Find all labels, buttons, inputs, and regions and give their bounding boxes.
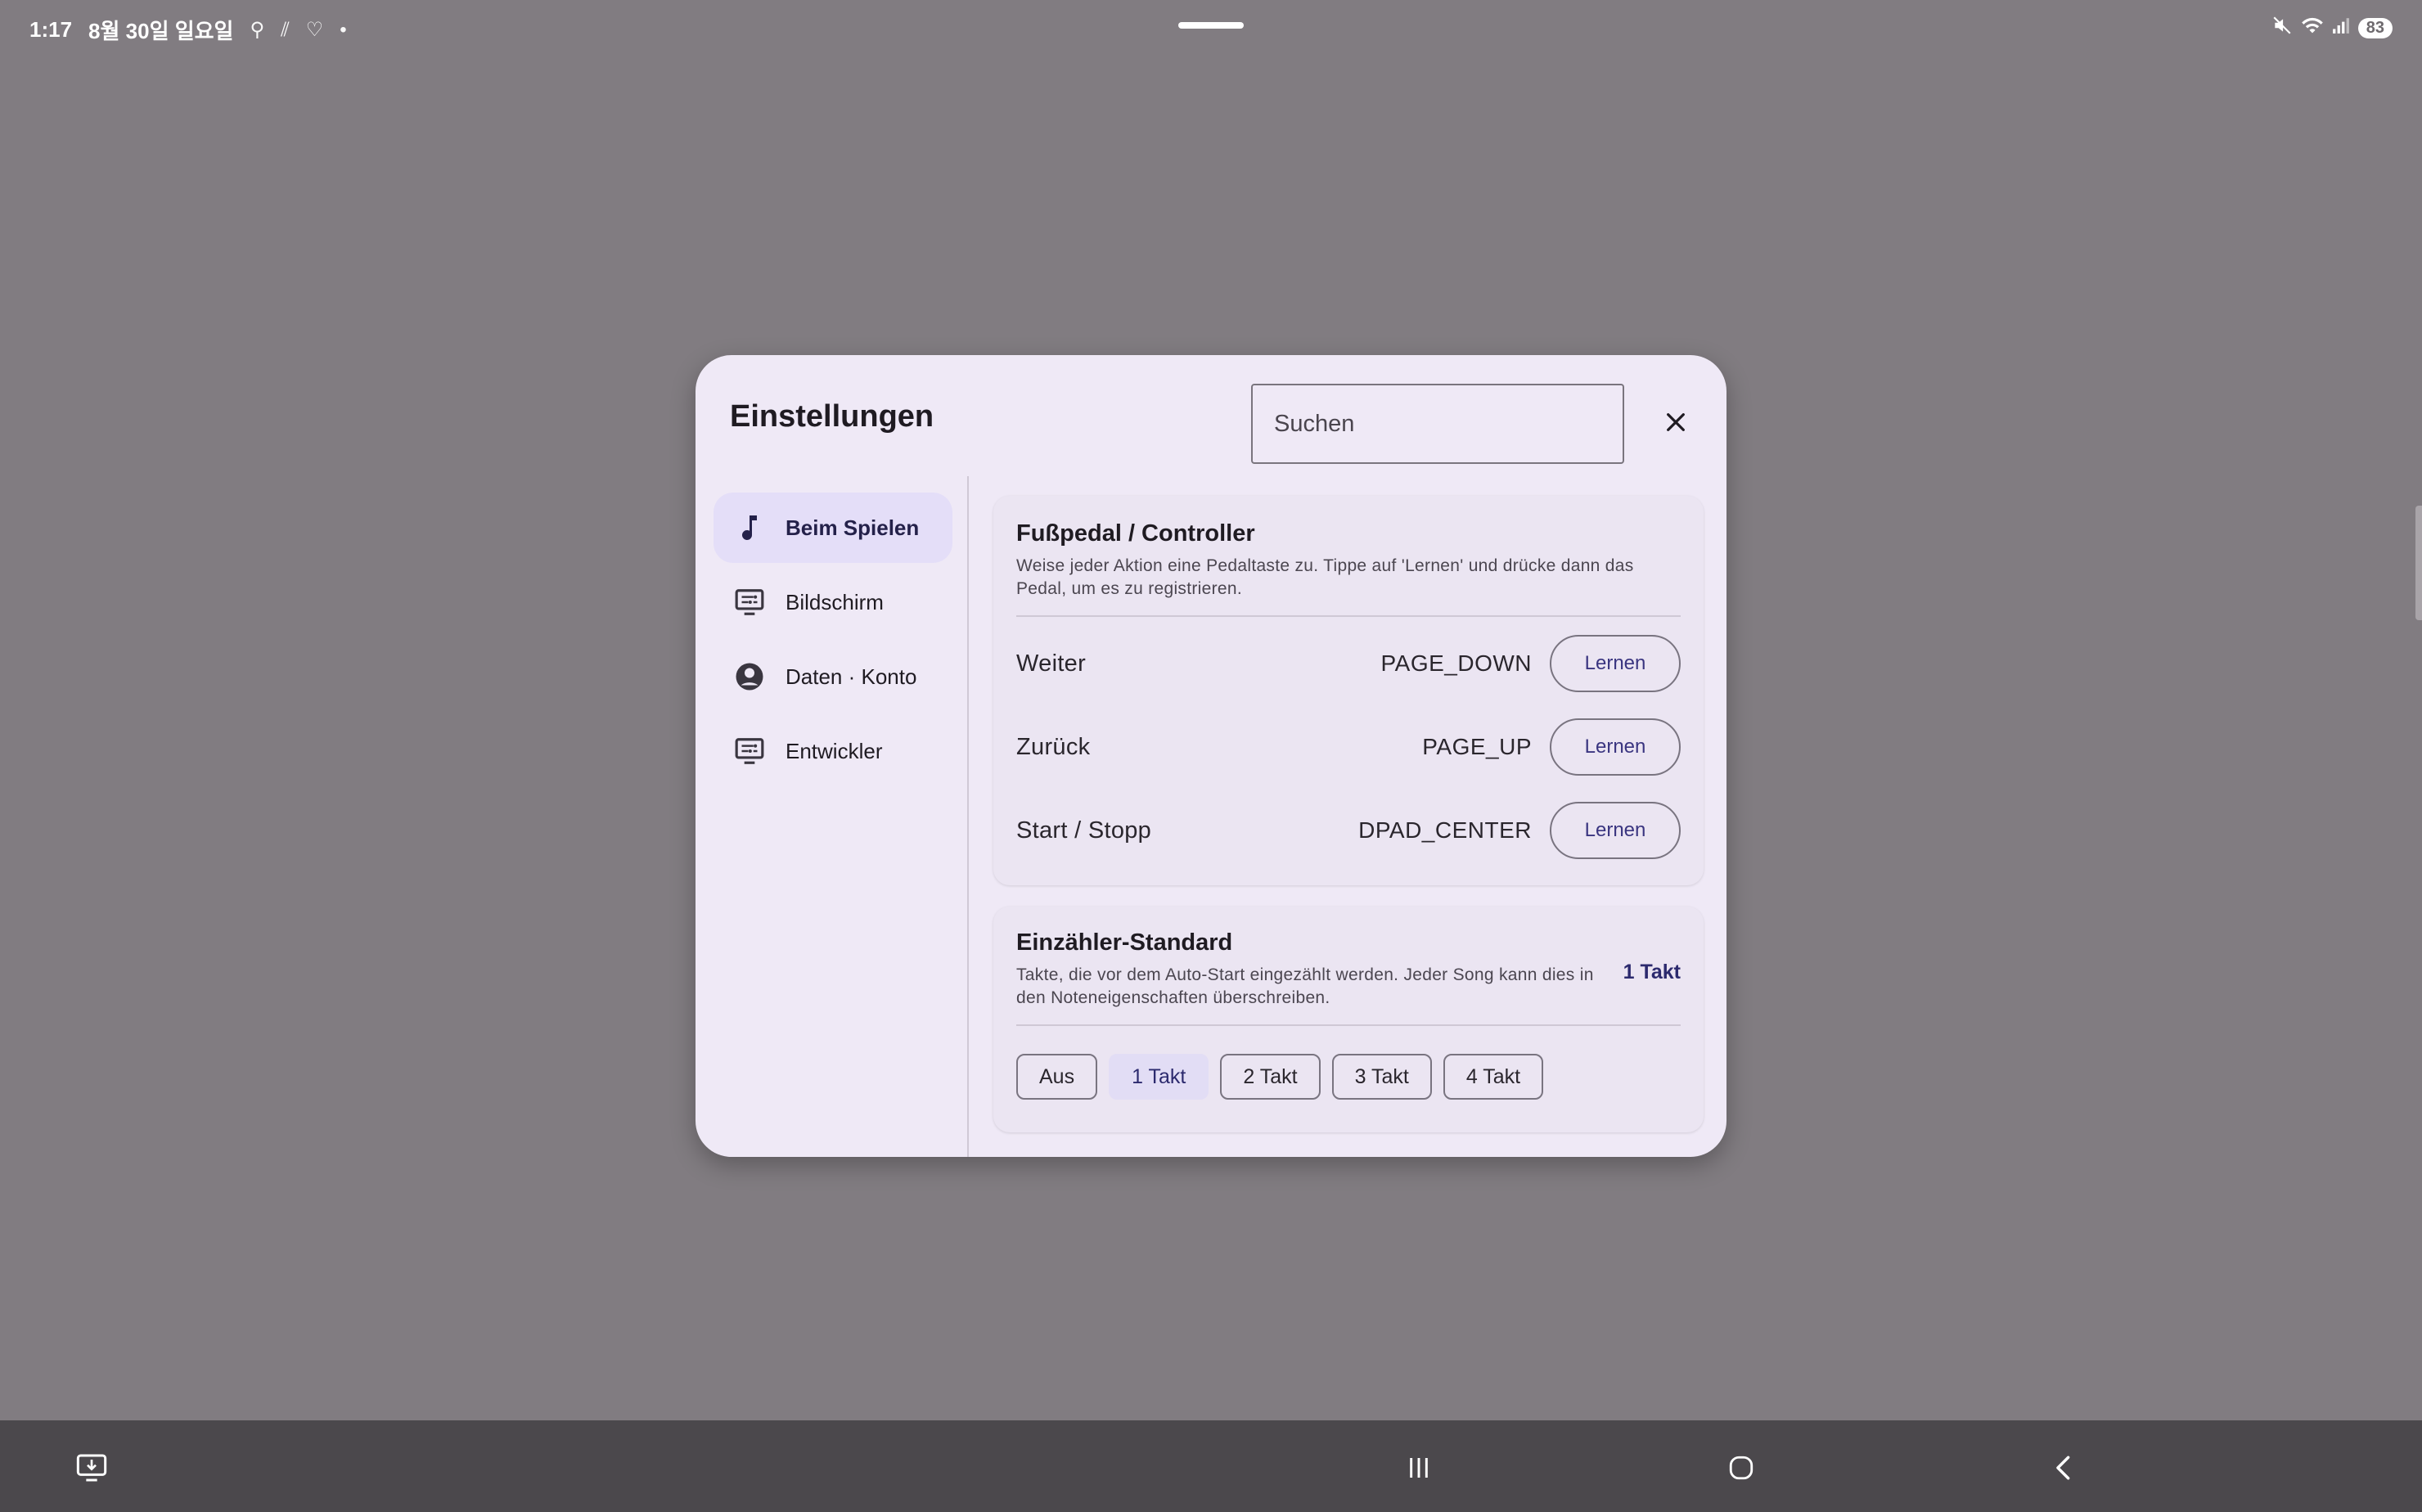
pedal-row-weiter: Weiter PAGE_DOWN Lernen (1016, 635, 1681, 692)
status-time: 1:17 (29, 17, 73, 42)
chip-2-takt[interactable]: 2 Takt (1220, 1054, 1321, 1100)
drag-handle[interactable] (1178, 22, 1244, 29)
back-icon (2056, 1456, 2070, 1480)
sidebar-divider (967, 476, 969, 1157)
card-description: Weise jeder Aktion eine Pedaltaste zu. T… (1016, 556, 1634, 598)
pedal-action-label: Weiter (1016, 650, 1087, 677)
back-button[interactable] (2041, 1445, 2087, 1491)
chip-1-takt[interactable]: 1 Takt (1109, 1054, 1209, 1100)
home-button[interactable] (1718, 1445, 1764, 1491)
screenshot-icon (76, 1454, 107, 1482)
sidebar-item-label: Daten · Konto (786, 664, 917, 689)
mute-icon (2271, 15, 2293, 42)
signal-icon (2332, 16, 2350, 40)
sidebar-item-bildschirm[interactable]: Bildschirm (714, 567, 952, 637)
display-settings-icon (733, 586, 766, 619)
display-settings-icon (733, 735, 766, 767)
sidebar-item-beim-spielen[interactable]: Beim Spielen (714, 493, 952, 563)
edge-panel-handle[interactable] (2415, 506, 2422, 620)
pedal-key-value: PAGE_UP (1422, 734, 1532, 759)
learn-button-weiter[interactable]: Lernen (1550, 635, 1681, 692)
pedal-row-start-stopp: Start / Stopp DPAD_CENTER Lernen (1016, 802, 1681, 859)
settings-dialog: Einstellungen Beim Spielen Bildschirm Da… (696, 355, 1726, 1157)
music-note-icon (733, 511, 766, 544)
status-bar: 1:17 8월 30일 일요일 ⚲ ⫽ ♡ • 83 (0, 0, 2422, 57)
pedal-key-value: PAGE_DOWN (1380, 650, 1532, 676)
count-in-current-value: 1 Takt (1623, 961, 1681, 983)
heart-icon: ♡ (305, 19, 324, 41)
more-notifications-icon: • (340, 18, 347, 41)
close-icon (1667, 413, 1685, 431)
count-in-card: Einzähler-Standard Takte, die vor dem Au… (993, 907, 1704, 1132)
sidebar-item-label: Beim Spielen (786, 515, 920, 540)
battery-indicator: 83 (2357, 18, 2393, 38)
status-right: 83 (2271, 15, 2393, 42)
pedal-controller-card: Fußpedal / Controller Weise jeder Aktion… (993, 496, 1704, 885)
chip-4-takt[interactable]: 4 Takt (1443, 1054, 1544, 1100)
card-title: Einzähler-Standard (1016, 929, 1233, 956)
sidebar-item-entwickler[interactable]: Entwickler (714, 716, 952, 786)
sidebar-nav: Beim Spielen Bildschirm Daten · Konto En… (714, 493, 952, 790)
close-button[interactable] (1654, 401, 1697, 443)
dialog-title: Einstellungen (730, 399, 934, 434)
sidebar-item-label: Bildschirm (786, 589, 884, 614)
pedal-row-zurueck: Zurück PAGE_UP Lernen (1016, 718, 1681, 776)
account-circle-icon (733, 660, 766, 693)
pedal-action-label: Zurück (1016, 733, 1091, 760)
wifi-icon (2301, 16, 2324, 41)
sidebar-item-daten-konto[interactable]: Daten · Konto (714, 641, 952, 712)
usb-icon: ⚲ (250, 19, 265, 41)
sidebar-item-label: Entwickler (786, 738, 883, 763)
system-navigation-bar (0, 1420, 2422, 1512)
recent-apps-button[interactable] (1396, 1445, 1442, 1491)
learn-button-start-stopp[interactable]: Lernen (1550, 802, 1681, 859)
recent-apps-icon (1410, 1458, 1428, 1478)
status-left: 1:17 8월 30일 일요일 ⚲ ⫽ ♡ • (29, 15, 347, 45)
card-title: Fußpedal / Controller (1016, 520, 1255, 547)
home-icon (1729, 1456, 1753, 1480)
card-description: Takte, die vor dem Auto-Start eingezählt… (1016, 965, 1594, 1007)
count-in-options: Aus 1 Takt 2 Takt 3 Takt 4 Takt (1016, 1054, 1544, 1100)
search-input[interactable] (1251, 384, 1624, 464)
pedal-key-value: DPAD_CENTER (1358, 817, 1532, 843)
card-divider (1016, 1024, 1681, 1026)
status-date: 8월 30일 일요일 (88, 19, 234, 43)
pedal-action-label: Start / Stopp (1016, 817, 1152, 844)
screenshot-button[interactable] (69, 1445, 115, 1491)
activity-icon: ⫽ (281, 18, 290, 41)
learn-button-zurueck[interactable]: Lernen (1550, 718, 1681, 776)
card-divider (1016, 615, 1681, 617)
chip-3-takt[interactable]: 3 Takt (1331, 1054, 1432, 1100)
chip-aus[interactable]: Aus (1016, 1054, 1098, 1100)
